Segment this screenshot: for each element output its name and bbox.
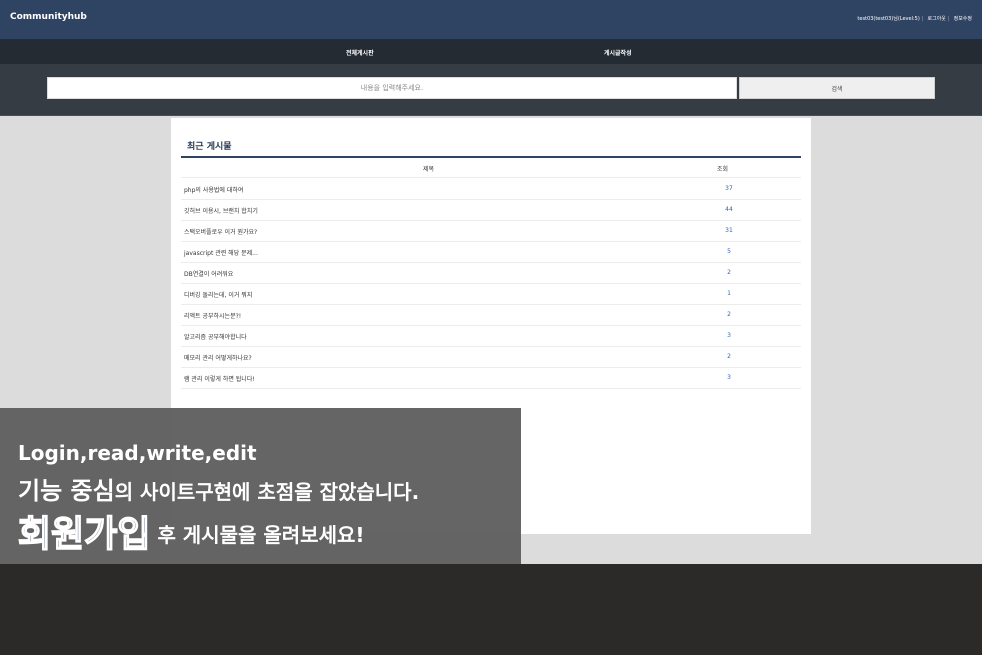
post-title[interactable]: 알고리즘 공부해야합니다: [184, 332, 247, 341]
view-count: 2: [727, 353, 731, 360]
post-title[interactable]: 메모리 관리 어떻게하나요?: [184, 353, 252, 362]
promo-line-2: 기능 중심의 사이트구현에 초점을 잡았습니다.: [18, 471, 419, 506]
post-title[interactable]: DB연결이 어려워요: [184, 269, 233, 278]
table-row[interactable]: DB연결이 어려워요 2: [181, 262, 801, 284]
search-button[interactable]: 검색: [739, 77, 935, 99]
table-row[interactable]: 리액트 공부하시는분?! 2: [181, 304, 801, 326]
user-menu: test03(test03)님(Level:5) | 로그아웃 | 정보수정: [855, 15, 972, 22]
view-count: 5: [727, 248, 731, 255]
table-row[interactable]: 디버깅 돌리는데, 이거 뭐지 1: [181, 283, 801, 305]
table-row[interactable]: javascript 관련 해당 문제... 5: [181, 241, 801, 263]
post-title[interactable]: 디버깅 돌리는데, 이거 뭐지: [184, 290, 252, 299]
column-header-views: 조회: [717, 166, 729, 173]
view-count: 31: [725, 227, 733, 234]
search-bar: 검색: [0, 64, 982, 116]
promo-highlight: 기능 중심: [18, 477, 115, 505]
nav-item-write-post[interactable]: 게시글작성: [604, 48, 632, 57]
promo-text: 의 사이트구현에 초점을 잡았습니다.: [114, 480, 420, 504]
post-title[interactable]: 깃허브 이용시, 브랜치 합치기: [184, 206, 258, 215]
brand-logo[interactable]: Communityhub: [10, 12, 87, 22]
table-row[interactable]: 스택오버플로우 이거 뭔가요? 31: [181, 220, 801, 242]
view-count: 3: [727, 332, 731, 339]
user-info: test03(test03)님(Level:5): [857, 16, 920, 22]
title-divider: [181, 156, 801, 158]
promo-overlay: Login,read,write,edit 기능 중심의 사이트구현에 초점을 …: [0, 408, 521, 564]
nav-bar: 전체게시판 게시글작성: [0, 39, 982, 64]
post-title[interactable]: php의 사용법에 대하여: [184, 185, 243, 194]
nav-item-all-boards[interactable]: 전체게시판: [346, 48, 374, 57]
promo-line-1: Login,read,write,edit: [18, 441, 257, 465]
section-title: 최근 게시물: [187, 142, 232, 152]
post-title[interactable]: 램 관리 이렇게 하면 됩니다!: [184, 374, 255, 383]
view-count: 44: [725, 206, 733, 213]
table-row[interactable]: php의 사용법에 대하여 37: [181, 178, 801, 200]
promo-line-3: 회원가입 후 게시물을 올려보세요!: [17, 505, 365, 557]
divider: |: [921, 16, 924, 22]
post-title[interactable]: 스택오버플로우 이거 뭔가요?: [184, 227, 257, 236]
table-row[interactable]: 깃허브 이용시, 브랜치 합치기 44: [181, 199, 801, 221]
table-row[interactable]: 메모리 관리 어떻게하나요? 2: [181, 346, 801, 368]
view-count: 1: [727, 290, 731, 297]
view-count: 2: [727, 269, 731, 276]
search-input[interactable]: [47, 77, 737, 99]
promo-text: 후 게시물을 올려보세요!: [150, 523, 365, 547]
divider: |: [947, 16, 950, 22]
logout-link[interactable]: 로그아웃: [928, 16, 946, 22]
view-count: 3: [727, 374, 731, 381]
top-bar: Communityhub test03(test03)님(Level:5) | 로그…: [0, 0, 982, 39]
table-row[interactable]: 램 관리 이렇게 하면 됩니다! 3: [181, 367, 801, 389]
promo-signup-highlight: 회원가입: [17, 513, 151, 556]
post-title[interactable]: javascript 관련 해당 문제...: [184, 248, 258, 257]
view-count: 37: [725, 185, 733, 192]
profile-edit-link[interactable]: 정보수정: [954, 16, 972, 22]
table-row[interactable]: 알고리즘 공부해야합니다 3: [181, 325, 801, 347]
post-title[interactable]: 리액트 공부하시는분?!: [184, 311, 241, 320]
column-header-title: 제목: [423, 166, 435, 173]
view-count: 2: [727, 311, 731, 318]
